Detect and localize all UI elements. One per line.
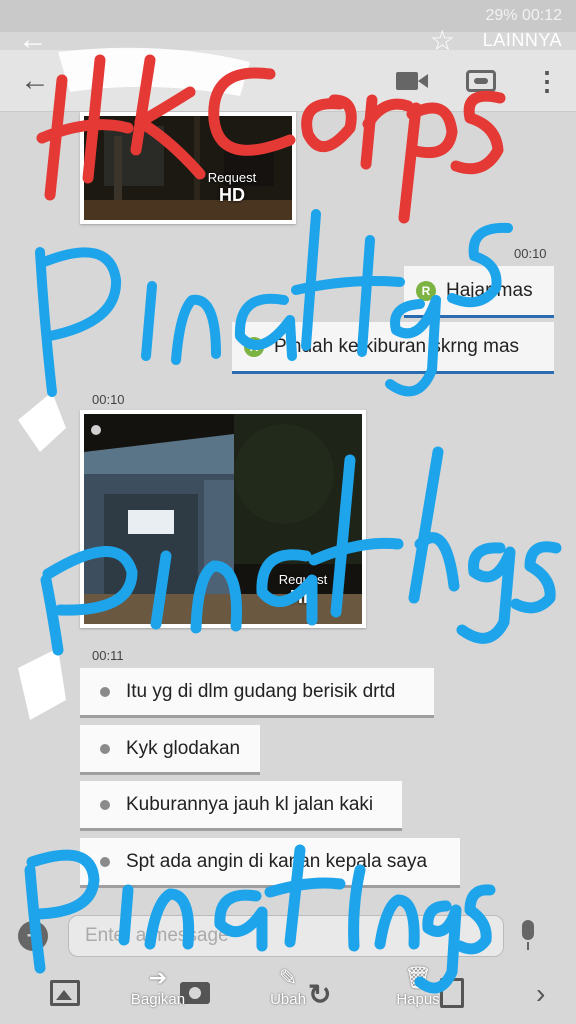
unread-dot-icon [100, 856, 110, 867]
more-menu-button[interactable]: LAINNYA [483, 30, 562, 51]
request-label: Request [207, 170, 257, 185]
add-emoji-icon[interactable]: + [18, 921, 48, 951]
message-text: Kyk glodakan [126, 737, 241, 759]
trash-icon: 🗑 [404, 965, 432, 990]
message-text: Hajar mas [446, 279, 533, 301]
message-text: Kuburannya jauh kl jalan kaki [126, 793, 374, 815]
incoming-message[interactable]: Itu yg di dlm gudang berisik drtd [80, 668, 434, 718]
back-arrow-icon[interactable]: ← [20, 64, 50, 98]
share-label: Bagikan [130, 991, 186, 1008]
video-call-icon[interactable] [396, 70, 428, 92]
mask-icon[interactable] [466, 69, 496, 92]
kebab-menu-icon[interactable]: ⋮ [534, 68, 560, 94]
outgoing-message[interactable]: R Hajar mas [404, 266, 554, 318]
read-badge-icon: R [416, 280, 436, 301]
header-actions: ⋮ [396, 68, 560, 94]
edit-button[interactable]: ✎ Ubah [262, 965, 314, 1024]
incoming-message[interactable]: Kyk glodakan [80, 725, 260, 775]
photo-message[interactable]: Request HD [80, 410, 366, 628]
image-icon[interactable] [50, 980, 80, 1006]
delete-button[interactable]: 🗑 Hapus [390, 965, 446, 1024]
timestamp: 00:11 [92, 648, 124, 663]
unread-dot-icon [100, 799, 110, 810]
unread-dot-icon [100, 686, 110, 697]
read-badge-icon: R [244, 336, 264, 357]
gallery-toolbar: ↻ › ➔ Bagikan ✎ Ubah 🗑 Hapus [0, 965, 576, 1024]
message-text: Spt ada angin di kanan kepala saya [126, 850, 428, 872]
incoming-message[interactable]: Spt ada angin di kanan kepala saya [80, 838, 460, 888]
edit-label: Ubah [270, 991, 306, 1008]
message-text: Pindah ke kiburan skrng mas [274, 335, 520, 357]
request-label: Request [278, 572, 328, 587]
pencil-icon: ✎ [278, 965, 298, 990]
outgoing-message[interactable]: R Pindah ke kiburan skrng mas [232, 322, 554, 374]
gallery-back-icon[interactable]: ← [18, 23, 48, 57]
hd-label: HD [290, 587, 316, 607]
message-input[interactable]: Enter a message [68, 915, 504, 957]
star-outline-icon[interactable]: ☆ [430, 24, 455, 57]
gallery-bar: ← ☆ LAINNYA [0, 22, 576, 58]
delete-label: Hapus [396, 991, 440, 1008]
compose-bar: + Enter a message [0, 906, 576, 966]
chevron-right-icon[interactable]: › [536, 978, 545, 1010]
photo-message-top[interactable]: Request HD [80, 112, 296, 224]
incoming-message[interactable]: Kuburannya jauh kl jalan kaki [80, 781, 402, 831]
share-icon: ➔ [148, 965, 168, 990]
timestamp: 00:10 [92, 392, 125, 407]
chat-header: ← ⋮ [0, 50, 576, 112]
message-text: Itu yg di dlm gudang berisik drtd [126, 680, 396, 702]
unread-dot-icon [100, 743, 110, 754]
timestamp: 00:10 [514, 246, 547, 261]
share-button[interactable]: ➔ Bagikan [122, 965, 194, 1024]
mic-icon[interactable] [518, 920, 538, 952]
hd-label: HD [219, 185, 245, 205]
